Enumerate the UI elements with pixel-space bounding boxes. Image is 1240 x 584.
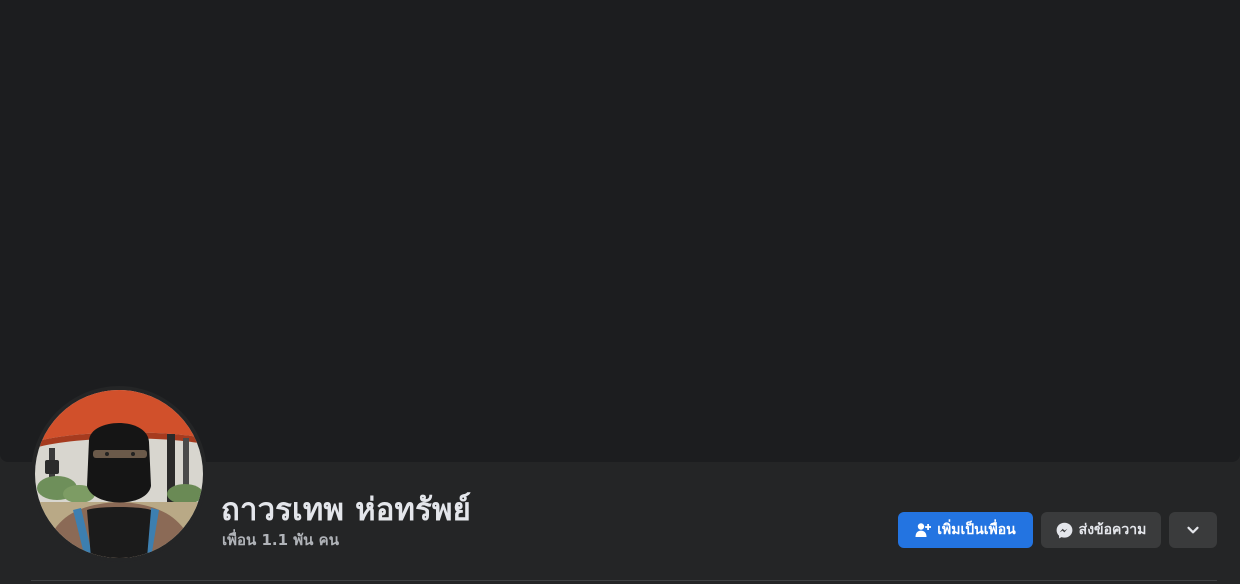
add-friend-label: เพิ่มเป็นเพื่อน [937, 522, 1016, 538]
add-friend-icon [915, 522, 932, 538]
send-message-button[interactable]: ส่งข้อความ [1041, 512, 1161, 548]
more-options-button[interactable] [1169, 512, 1217, 548]
chevron-down-icon [1186, 523, 1200, 537]
profile-page: ถาวรเทพ ห่อทรัพย์ เพื่อน 1.1 พัน คน เพิ่… [0, 0, 1240, 584]
friends-count[interactable]: เพื่อน 1.1 พัน คน [222, 528, 339, 552]
cover-photo[interactable] [0, 0, 1240, 462]
profile-avatar[interactable] [35, 390, 203, 558]
avatar-photo [35, 390, 203, 558]
send-message-label: ส่งข้อความ [1078, 522, 1147, 538]
add-friend-button[interactable]: เพิ่มเป็นเพื่อน [898, 512, 1033, 548]
profile-name: ถาวรเทพ ห่อทรัพย์ [221, 492, 472, 528]
header-divider [31, 580, 1217, 581]
messenger-icon [1056, 522, 1073, 539]
